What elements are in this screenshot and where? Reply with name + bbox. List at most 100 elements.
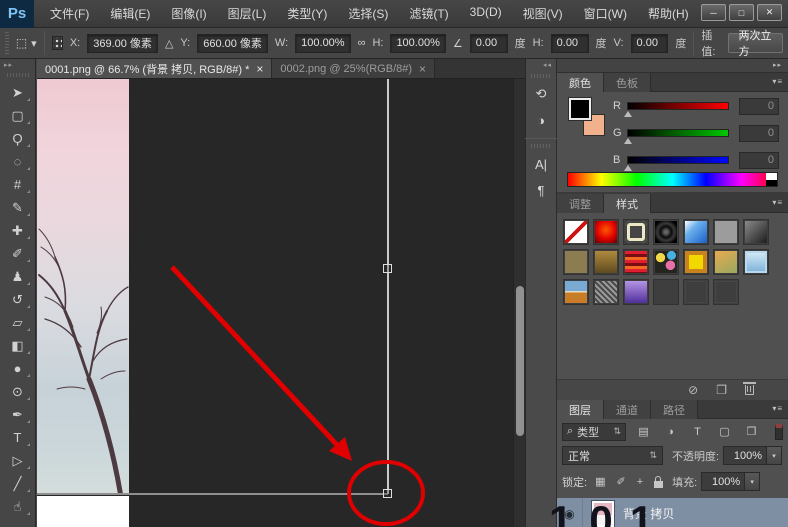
green-channel-value[interactable]: 0 <box>739 124 779 142</box>
transform-right-edge[interactable] <box>387 79 389 494</box>
clear-style-icon[interactable]: ⊘ <box>688 383 698 397</box>
height-field[interactable]: 100.00% <box>390 33 446 53</box>
link-dimensions-icon[interactable]: ∞ <box>358 37 366 49</box>
clone-stamp-tool[interactable]: ♟ <box>3 265 33 288</box>
style-swatch-none[interactable] <box>563 219 589 245</box>
interpolation-dropdown[interactable]: 两次立方 <box>727 30 783 58</box>
rotation-field[interactable]: 0.00 <box>469 33 508 53</box>
transform-bottom-edge[interactable] <box>37 493 388 495</box>
line-tool[interactable]: ╱ <box>3 472 33 495</box>
layer-filter-kind-dropdown[interactable]: ⌕ 类型 ⇅ <box>562 422 626 441</box>
history-brush-tool[interactable]: ↺ <box>3 288 33 311</box>
current-tool-preset[interactable]: ⬚ ▾ <box>16 36 37 50</box>
panel-menu-icon[interactable]: ▾≡ <box>772 198 783 207</box>
paragraph-panel-icon[interactable]: ¶ <box>528 178 554 202</box>
color-spectrum-ramp[interactable] <box>567 172 778 187</box>
eyedropper-tool[interactable]: ✎ <box>3 196 33 219</box>
filter-adjustment-layers-icon[interactable]: ◑ <box>661 423 680 440</box>
style-swatch[interactable] <box>623 249 649 275</box>
width-field[interactable]: 100.00% <box>295 33 351 53</box>
fill-dropdown[interactable]: 100% ▾ <box>701 472 761 491</box>
style-swatch[interactable] <box>653 249 679 275</box>
black-swatch[interactable] <box>766 180 777 186</box>
style-swatch[interactable] <box>563 249 589 275</box>
menu-filter[interactable]: 滤镜(T) <box>409 5 448 22</box>
lock-position-icon[interactable]: + <box>637 476 643 488</box>
transform-middle-handle[interactable] <box>383 264 392 273</box>
green-channel-slider[interactable] <box>624 129 729 144</box>
canvas-scrollbar-thumb[interactable] <box>516 286 524 436</box>
slider-thumb[interactable] <box>624 111 632 117</box>
lasso-tool[interactable]: Ϙ <box>3 127 33 150</box>
pen-tool[interactable]: ✒ <box>3 403 33 426</box>
close-icon[interactable]: × <box>256 62 263 76</box>
style-swatch-empty[interactable] <box>713 279 739 305</box>
menu-view[interactable]: 视图(V) <box>523 5 563 22</box>
h-skew-field[interactable]: 0.00 <box>550 33 589 53</box>
tab-adjustments[interactable]: 调整 <box>557 194 604 213</box>
character-panel-icon[interactable]: A| <box>528 152 554 176</box>
style-swatch[interactable] <box>653 219 679 245</box>
filter-type-layers-icon[interactable]: T <box>688 423 707 440</box>
tab-layers[interactable]: 图层 <box>557 400 604 419</box>
menu-window[interactable]: 窗口(W) <box>584 5 627 22</box>
document-tab-0001[interactable]: 0001.png @ 66.7% (背景 拷贝, RGB/8#) * × <box>37 59 273 78</box>
quick-selection-tool[interactable]: ◌ <box>3 150 33 173</box>
maximize-button[interactable]: □ <box>729 4 754 21</box>
menu-help[interactable]: 帮助(H) <box>648 5 689 22</box>
opacity-dropdown[interactable]: 100% ▾ <box>723 446 783 465</box>
tab-color[interactable]: 颜色 <box>557 73 604 92</box>
opacity-value[interactable]: 100% <box>723 446 768 465</box>
rectangular-marquee-tool[interactable]: ▢ <box>3 104 33 127</box>
close-icon[interactable]: × <box>419 62 426 76</box>
filter-shape-layers-icon[interactable]: ▢ <box>715 423 734 440</box>
red-channel-slider[interactable] <box>624 102 729 117</box>
new-style-icon[interactable]: ❐ <box>716 383 727 397</box>
style-swatch[interactable] <box>713 219 739 245</box>
menu-file[interactable]: 文件(F) <box>50 5 89 22</box>
y-position-field[interactable]: 660.00 像素 <box>197 33 268 53</box>
style-swatch[interactable] <box>683 219 709 245</box>
panel-menu-icon[interactable]: ▾≡ <box>772 404 783 413</box>
close-button[interactable]: ✕ <box>757 4 782 21</box>
tab-swatches[interactable]: 色板 <box>604 73 651 92</box>
move-tool[interactable]: ➤ <box>3 81 33 104</box>
style-swatch[interactable] <box>593 279 619 305</box>
spot-healing-brush-tool[interactable]: ✚ <box>3 219 33 242</box>
chevron-down-icon[interactable]: ▾ <box>745 472 761 491</box>
fill-value[interactable]: 100% <box>701 472 746 491</box>
blue-channel-value[interactable]: 0 <box>739 151 779 169</box>
slider-thumb[interactable] <box>624 138 632 144</box>
menu-image[interactable]: 图像(I) <box>171 5 206 22</box>
slider-thumb[interactable] <box>624 165 632 171</box>
lock-all-icon[interactable] <box>654 475 664 488</box>
menu-3d[interactable]: 3D(D) <box>470 5 502 22</box>
menu-type[interactable]: 类型(Y) <box>287 5 327 22</box>
path-selection-tool[interactable]: ▷ <box>3 449 33 472</box>
menu-layer[interactable]: 图层(L) <box>228 5 267 22</box>
lock-transparency-icon[interactable]: ▦ <box>595 475 605 488</box>
v-skew-field[interactable]: 0.00 <box>630 33 669 53</box>
chevron-down-icon[interactable]: ▾ <box>767 446 783 465</box>
properties-panel-icon[interactable]: ◑ <box>528 108 554 132</box>
style-swatch-empty[interactable] <box>653 279 679 305</box>
style-swatch[interactable] <box>683 249 709 275</box>
tab-paths[interactable]: 路径 <box>651 400 698 419</box>
dodge-tool[interactable]: ⊙ <box>3 380 33 403</box>
style-swatch-empty[interactable] <box>683 279 709 305</box>
dock-expand-icon[interactable]: ◂◂ <box>526 59 556 71</box>
lock-paint-icon[interactable]: ✐ <box>616 475 625 488</box>
filter-toggle-switch[interactable] <box>775 423 783 440</box>
crop-tool[interactable]: # <box>3 173 33 196</box>
blur-tool[interactable]: ● <box>3 357 33 380</box>
history-panel-icon[interactable]: ⟲ <box>528 82 554 106</box>
x-position-field[interactable]: 369.00 像素 <box>87 33 158 53</box>
tab-channels[interactable]: 通道 <box>604 400 651 419</box>
delete-style-icon[interactable] <box>743 382 756 395</box>
transform-corner-handle[interactable] <box>383 489 392 498</box>
menu-edit[interactable]: 编辑(E) <box>110 5 150 22</box>
canvas-area[interactable] <box>37 79 513 527</box>
style-swatch[interactable] <box>743 219 769 245</box>
canvas-scrollbar-track[interactable] <box>513 79 525 527</box>
style-swatch[interactable] <box>713 249 739 275</box>
